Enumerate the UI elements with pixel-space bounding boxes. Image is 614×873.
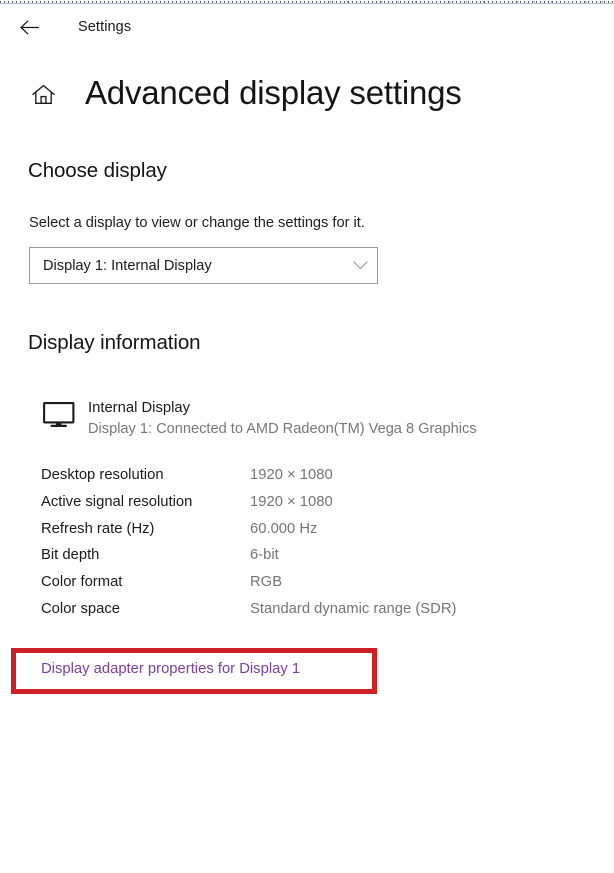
table-row: Color space Standard dynamic range (SDR) bbox=[0, 596, 614, 623]
info-label: Refresh rate (Hz) bbox=[41, 520, 155, 537]
info-label: Active signal resolution bbox=[41, 493, 193, 510]
display-name: Internal Display bbox=[88, 400, 190, 416]
display-connection: Display 1: Connected to AMD Radeon(TM) V… bbox=[88, 421, 477, 437]
table-row: Refresh rate (Hz) 60.000 Hz bbox=[0, 516, 614, 543]
titlebar-label: Settings bbox=[78, 19, 132, 35]
home-button[interactable] bbox=[26, 78, 60, 110]
display-adapter-properties-link[interactable]: Display adapter properties for Display 1 bbox=[41, 656, 300, 682]
info-value: 60.000 Hz bbox=[250, 520, 318, 537]
info-value: 1920 × 1080 bbox=[250, 467, 333, 483]
background-window-edge bbox=[0, 3, 614, 4]
display-select-dropdown[interactable]: Display 1: Internal Display bbox=[29, 247, 378, 284]
info-label: Desktop resolution bbox=[41, 467, 164, 483]
display-select-value: Display 1: Internal Display bbox=[43, 257, 212, 274]
table-row: Active signal resolution 1920 × 1080 bbox=[0, 489, 614, 516]
page-title: Advanced display settings bbox=[85, 74, 462, 111]
back-arrow-icon bbox=[19, 19, 39, 35]
choose-display-heading: Choose display bbox=[28, 159, 167, 182]
table-row: Color format RGB bbox=[0, 569, 614, 596]
page-header: Advanced display settings bbox=[0, 64, 614, 126]
settings-titlebar: Settings bbox=[0, 5, 614, 49]
choose-display-description: Select a display to view or change the s… bbox=[29, 215, 365, 231]
back-button[interactable] bbox=[14, 13, 44, 41]
home-icon bbox=[31, 84, 55, 105]
info-value: 6-bit bbox=[250, 547, 279, 564]
monitor-icon bbox=[43, 402, 75, 428]
display-info-table: Desktop resolution 1920 × 1080 Active si… bbox=[0, 462, 614, 623]
display-identity: Internal Display Display 1: Connected to… bbox=[0, 396, 614, 444]
info-value: 1920 × 1080 bbox=[250, 493, 333, 510]
info-label: Color space bbox=[41, 600, 120, 617]
info-value: Standard dynamic range (SDR) bbox=[250, 600, 457, 617]
info-label: Color format bbox=[41, 574, 123, 591]
display-information-heading: Display information bbox=[28, 331, 201, 354]
info-label: Bit depth bbox=[41, 547, 100, 564]
table-row: Desktop resolution 1920 × 1080 bbox=[0, 462, 614, 489]
table-row: Bit depth 6-bit bbox=[0, 542, 614, 569]
chevron-down-icon bbox=[343, 248, 377, 283]
info-value: RGB bbox=[250, 574, 283, 591]
